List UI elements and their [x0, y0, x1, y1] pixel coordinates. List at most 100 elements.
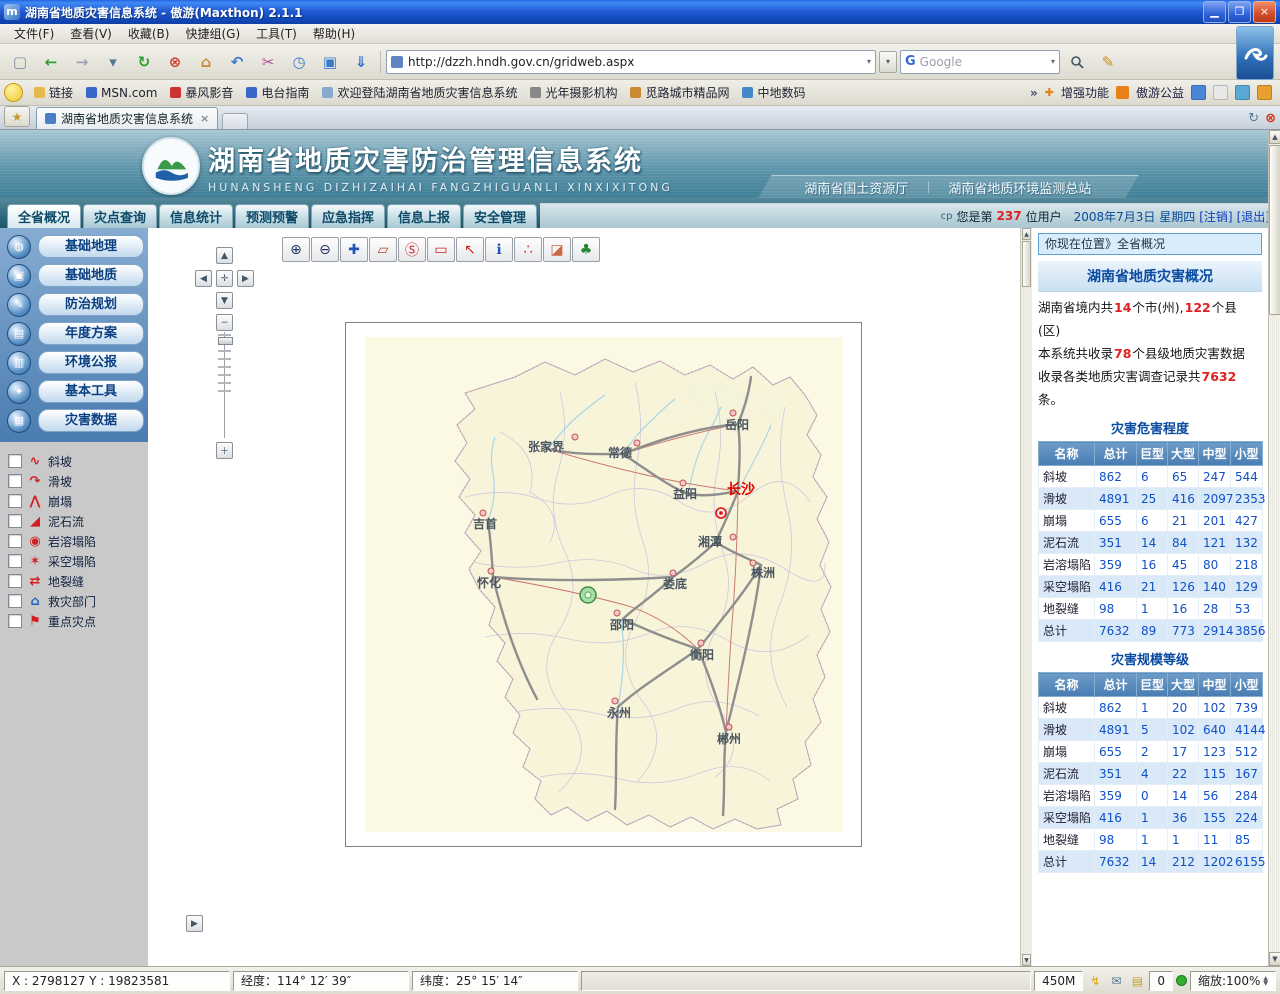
layer-checkbox[interactable] — [8, 574, 22, 588]
history-button[interactable]: ◷ — [285, 49, 313, 75]
search-engine-dropdown-icon[interactable]: ▾ — [1051, 57, 1055, 66]
sidebar-module[interactable]: ▥ 环境公报 — [0, 348, 148, 377]
go-dropdown-button[interactable]: ▾ — [99, 49, 127, 75]
module-button[interactable]: 灾害数据 — [38, 409, 144, 432]
banner-link[interactable]: 湖南省地质环境监测总站 — [935, 178, 1106, 197]
map-layers-icon[interactable]: ♣ — [572, 237, 600, 262]
maxthon-logo[interactable] — [1236, 26, 1274, 80]
menu-item[interactable]: 快捷组(G) — [177, 23, 248, 44]
folder-icon[interactable]: ▤ — [1128, 974, 1146, 988]
link-item[interactable]: 链接 — [28, 82, 79, 103]
map-select-rect-icon[interactable]: ▭ — [427, 237, 455, 262]
module-button[interactable]: 年度方案 — [38, 322, 144, 345]
module-button[interactable]: 基础地理 — [38, 235, 144, 258]
link-item[interactable]: 暴风影音 — [164, 82, 239, 103]
pan-up-button[interactable]: ▲ — [216, 247, 233, 264]
stop-button[interactable]: ⊗ — [161, 49, 189, 75]
highlight-button[interactable]: ✎ — [1094, 49, 1122, 75]
refresh-button[interactable]: ↻ — [130, 49, 158, 75]
layer-checkbox[interactable] — [8, 594, 22, 608]
search-go-button[interactable] — [1063, 49, 1091, 75]
module-button[interactable]: 防治规划 — [38, 293, 144, 316]
nav-tab[interactable]: 灾点查询 — [83, 204, 157, 228]
sidebar-module[interactable]: ▦ 灾害数据 — [0, 406, 148, 435]
sidebar-module[interactable]: ✎ 防治规划 — [0, 290, 148, 319]
gps-locate-icon[interactable] — [580, 587, 596, 603]
map-pan-icon[interactable]: ✚ — [340, 237, 368, 262]
charity-link[interactable]: 傲游公益 — [1136, 84, 1184, 101]
menu-item[interactable]: 工具(T) — [248, 23, 305, 44]
map-draw-point-icon[interactable]: ∴ — [514, 237, 542, 262]
scroll-up-icon[interactable]: ▲ — [1269, 130, 1280, 144]
layer-checkbox[interactable] — [8, 554, 22, 568]
link-item[interactable]: 光年摄影机构 — [524, 82, 623, 103]
close-button[interactable]: × — [1253, 1, 1276, 23]
download-button[interactable]: ⇓ — [347, 49, 375, 75]
restore-button[interactable]: ❐ — [1228, 1, 1251, 23]
tab-close-icon[interactable]: × — [198, 112, 209, 125]
sidebar-module[interactable]: ✦ 基本工具 — [0, 377, 148, 406]
map-zoom-out-icon[interactable]: ⊖ — [311, 237, 339, 262]
menu-item[interactable]: 收藏(B) — [120, 23, 178, 44]
map-zoom-in-icon[interactable]: ⊕ — [282, 237, 310, 262]
forward-button[interactable]: → — [68, 49, 96, 75]
layer-label[interactable]: 重点灾点 — [48, 613, 96, 630]
layer-checkbox[interactable] — [8, 494, 22, 508]
pan-left-button[interactable]: ◀ — [195, 270, 212, 287]
nav-tab[interactable]: 信息统计 — [159, 204, 233, 228]
nav-tab[interactable]: 预测预警 — [235, 204, 309, 228]
layer-label[interactable]: 斜坡 — [48, 453, 72, 470]
zoom-level[interactable]: 缩放:100%▲▼ — [1190, 971, 1276, 991]
favorites-star-button[interactable]: ★ — [4, 106, 30, 127]
nav-tab[interactable]: 应急指挥 — [311, 204, 385, 228]
sidebar-module[interactable]: ▣ 基础地质 — [0, 261, 148, 290]
map-full-extent-icon[interactable]: Ⓢ — [398, 237, 426, 262]
expand-right-button[interactable]: ▶ — [186, 915, 203, 932]
exit-link[interactable]: [退出] — [1237, 208, 1270, 225]
menu-item[interactable]: 帮助(H) — [305, 23, 363, 44]
undo-button[interactable]: ↶ — [223, 49, 251, 75]
link-item[interactable]: 欢迎登陆湖南省地质灾害信息系统 — [316, 82, 523, 103]
plugin-icon[interactable] — [1235, 85, 1250, 100]
map-clear-icon[interactable]: ◪ — [543, 237, 571, 262]
zoom-out-button[interactable]: − — [216, 314, 233, 331]
home-button[interactable]: ⌂ — [192, 49, 220, 75]
refresh-all-icon[interactable]: ↻ — [1248, 111, 1259, 126]
address-bar[interactable]: http://dzzh.hndh.gov.cn/gridweb.aspx ▾ — [386, 50, 876, 74]
mail-icon[interactable]: ✉ — [1107, 974, 1125, 988]
page-scrollbar[interactable]: ▲ ▼ — [1268, 130, 1280, 966]
search-input[interactable]: Google — [920, 55, 1046, 69]
link-item[interactable]: 中地数码 — [736, 82, 811, 103]
panel-scroll-down-icon[interactable]: ▼ — [1022, 954, 1031, 966]
layer-checkbox[interactable] — [8, 534, 22, 548]
address-dropdown-icon[interactable]: ▾ — [867, 57, 871, 66]
map-identify-icon[interactable]: ℹ — [485, 237, 513, 262]
zoom-slider-thumb[interactable] — [218, 337, 233, 345]
map-select-arrow-icon[interactable]: ↖ — [456, 237, 484, 262]
scroll-down-icon[interactable]: ▼ — [1269, 952, 1280, 966]
close-all-icon[interactable]: ⊗ — [1265, 111, 1276, 126]
layer-label[interactable]: 泥石流 — [48, 513, 84, 530]
plugin-icon[interactable] — [1191, 85, 1206, 100]
panel-scroll-up-icon[interactable]: ▲ — [1022, 228, 1031, 240]
layer-label[interactable]: 救灾部门 — [48, 593, 96, 610]
new-page-button[interactable]: ▢ — [6, 49, 34, 75]
plugin-icon[interactable] — [1257, 85, 1272, 100]
menu-item[interactable]: 文件(F) — [6, 23, 62, 44]
pan-center-button[interactable]: ✛ — [216, 270, 233, 287]
nav-tab[interactable]: 信息上报 — [387, 204, 461, 228]
layer-checkbox[interactable] — [8, 614, 22, 628]
address-history-button[interactable]: ▾ — [879, 51, 897, 73]
ad-hunter-button[interactable]: ✂ — [254, 49, 282, 75]
layer-label[interactable]: 地裂缝 — [48, 573, 84, 590]
link-item[interactable]: MSN.com — [80, 84, 163, 102]
layer-label[interactable]: 滑坡 — [48, 473, 72, 490]
minimize-button[interactable]: ▁ — [1203, 1, 1226, 23]
layer-label[interactable]: 崩塌 — [48, 493, 72, 510]
map-measure-icon[interactable]: ▱ — [369, 237, 397, 262]
zoom-in-button[interactable]: ＋ — [216, 442, 233, 459]
zoom-spinner-icon[interactable]: ▲▼ — [1263, 976, 1268, 986]
address-url[interactable]: http://dzzh.hndh.gov.cn/gridweb.aspx — [408, 55, 861, 69]
boost-icon[interactable]: ↯ — [1086, 974, 1104, 988]
panel-scroll-thumb[interactable] — [1022, 241, 1031, 287]
